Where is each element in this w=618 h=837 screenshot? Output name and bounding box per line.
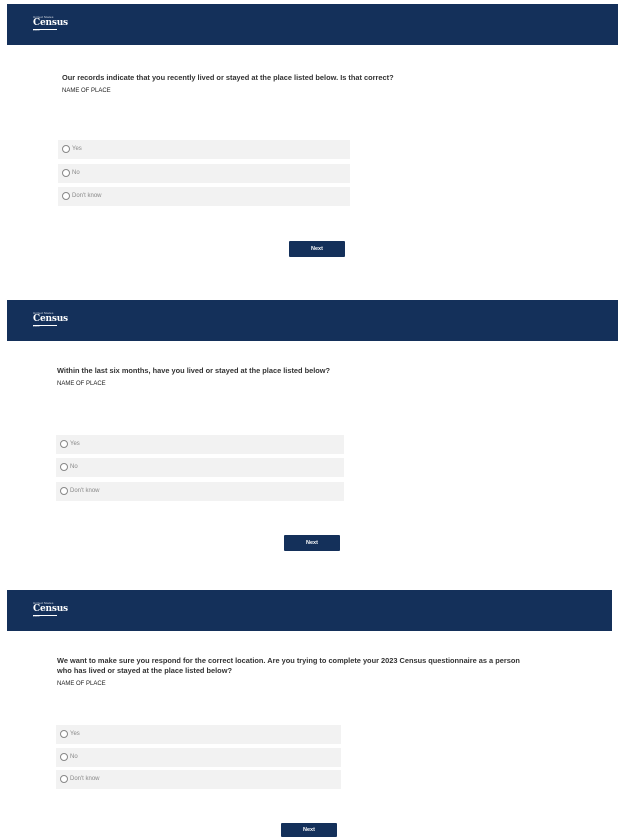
option-no[interactable]: No [56,748,341,767]
census-logo[interactable]: United States Census Bureau [33,601,68,618]
logo-main-text: Census [33,314,68,324]
header-bar: United States Census Bureau [7,590,612,631]
radio-yes[interactable] [60,730,68,738]
logo-sub-text: Bureau [33,326,40,328]
option-yes[interactable]: Yes [58,140,350,159]
place-name: NAME OF PLACE [62,88,111,94]
radio-no[interactable] [60,753,68,761]
radio-dont-know[interactable] [60,487,68,495]
census-logo[interactable]: United States Census Bureau [33,15,68,32]
option-label: Don't know [70,776,100,782]
option-dont-know[interactable]: Don't know [56,770,341,789]
header-bar: United States Census Bureau [7,4,618,45]
question-text: Within the last six months, have you liv… [57,366,331,375]
place-name: NAME OF PLACE [57,681,106,687]
option-no[interactable]: No [56,458,344,477]
next-button[interactable]: Next [284,535,340,551]
radio-dont-know[interactable] [60,775,68,783]
radio-yes[interactable] [60,440,68,448]
question-text: We want to make sure you respond for the… [57,656,520,675]
option-label: Yes [70,731,80,737]
next-button[interactable]: Next [289,241,345,257]
logo-top-text: United States [33,15,54,19]
option-dont-know[interactable]: Don't know [56,482,344,501]
option-yes[interactable]: Yes [56,435,344,454]
logo-sub-text: Bureau [33,30,40,32]
option-yes[interactable]: Yes [56,725,341,744]
header-bar: United States Census Bureau [7,300,618,341]
option-label: Don't know [70,488,100,494]
option-label: Don't know [72,193,102,199]
question-text: Our records indicate that you recently l… [62,73,394,82]
option-label: No [70,754,78,760]
option-label: No [70,464,78,470]
logo-sub-text: Bureau [33,616,40,618]
option-label: Yes [70,441,80,447]
logo-main-text: Census [33,18,68,28]
option-no[interactable]: No [58,164,350,183]
option-dont-know[interactable]: Don't know [58,187,350,206]
radio-yes[interactable] [62,145,70,153]
census-logo[interactable]: United States Census Bureau [33,311,68,328]
logo-top-text: United States [33,601,54,605]
radio-no[interactable] [62,169,70,177]
next-button[interactable]: Next [281,823,337,837]
logo-top-text: United States [33,311,54,315]
option-label: No [72,170,80,176]
place-name: NAME OF PLACE [57,381,106,387]
logo-main-text: Census [33,604,68,614]
radio-dont-know[interactable] [62,192,70,200]
radio-no[interactable] [60,463,68,471]
option-label: Yes [72,146,82,152]
